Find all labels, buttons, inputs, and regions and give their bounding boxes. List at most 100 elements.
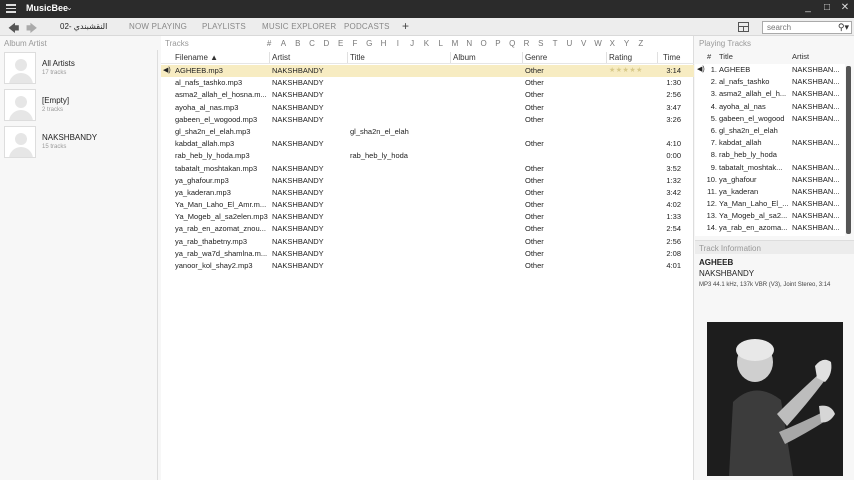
alphabet-letter[interactable]: O bbox=[476, 39, 490, 48]
search-icon[interactable]: ⚲▾ bbox=[838, 22, 849, 33]
close-button[interactable]: ✕ bbox=[839, 2, 851, 13]
alphabet-letter[interactable]: N bbox=[462, 39, 476, 48]
np-track-artist: NAKSHBAN... bbox=[792, 162, 840, 172]
now-playing-row[interactable]: 4. ayoha_al_nas NAKSHBAN... bbox=[695, 101, 845, 113]
alphabet-letter[interactable]: P bbox=[491, 39, 505, 48]
tab-now-playing[interactable]: NOW PLAYING bbox=[129, 22, 187, 31]
np-track-title: gabeen_el_wogood bbox=[719, 113, 785, 123]
track-row[interactable]: ◀) AGHEEB.mp3 NAKSHBANDY Other ★★★★★ 3:14 bbox=[161, 65, 694, 78]
track-row[interactable]: asma2_allah_el_hosna.m... NAKSHBANDY Other… bbox=[161, 89, 694, 101]
track-row[interactable]: kabdat_allah.mp3 NAKSHBANDY Other 4:10 bbox=[161, 138, 694, 150]
tab-current-album[interactable]: 02- النقشبندي bbox=[60, 22, 107, 31]
track-time: 2:56 bbox=[666, 236, 681, 246]
np-track-number: 7. bbox=[710, 138, 717, 148]
track-row[interactable]: al_nafs_tashko.mp3 NAKSHBANDY Other 1:30 bbox=[161, 77, 694, 89]
tab-music-explorer[interactable]: MUSIC EXPLORER bbox=[262, 22, 336, 31]
alphabet-letter[interactable]: F bbox=[348, 39, 362, 48]
track-row[interactable]: gl_sha2n_el_elah.mp3 gl_sha2n_el_elah bbox=[161, 126, 694, 138]
now-playing-row[interactable]: 2. al_nafs_tashko NAKSHBAN... bbox=[695, 76, 845, 88]
track-rating[interactable]: ★★★★★ bbox=[609, 66, 657, 74]
tab-playlists[interactable]: PLAYLISTS bbox=[202, 22, 246, 31]
now-playing-row[interactable]: 14. ya_rab_en_azoma... NAKSHBAN... bbox=[695, 222, 845, 234]
column-header-artist[interactable]: Artist bbox=[272, 53, 290, 62]
artist-item-empty[interactable]: [Empty] 2 tracks bbox=[0, 87, 158, 123]
now-playing-row[interactable]: 3. asma2_allah_el_h... NAKSHBAN... bbox=[695, 88, 845, 100]
alphabet-letter[interactable]: R bbox=[519, 39, 533, 48]
alphabet-letter[interactable]: B bbox=[291, 39, 305, 48]
track-row[interactable]: Ya_Mogeb_al_sa2elen.mp3 NAKSHBANDY Other 1:… bbox=[161, 211, 694, 223]
np-track-number: 14. bbox=[706, 223, 717, 233]
now-playing-row[interactable]: 8. rab_heb_ly_hoda bbox=[695, 149, 845, 161]
np-column-header-title[interactable]: Title bbox=[719, 52, 733, 61]
np-column-header-artist[interactable]: Artist bbox=[792, 52, 809, 61]
track-info-title: AGHEEB bbox=[699, 258, 734, 267]
alphabet-letter[interactable]: I bbox=[391, 39, 405, 48]
track-time: 4:10 bbox=[666, 139, 681, 149]
now-playing-row[interactable]: 9. tabatalt_moshtak... NAKSHBAN... bbox=[695, 162, 845, 174]
track-row[interactable]: ya_rab_thabetny.mp3 NAKSHBANDY Other 2:56 bbox=[161, 236, 694, 248]
alphabet-letter[interactable]: M bbox=[448, 39, 462, 48]
layout-icon[interactable] bbox=[738, 22, 749, 32]
alphabet-letter[interactable]: X bbox=[605, 39, 619, 48]
artwork-photo bbox=[707, 322, 843, 476]
minimize-button[interactable]: _ bbox=[802, 2, 814, 13]
now-playing-row[interactable]: 12. Ya_Man_Laho_El_... NAKSHBAN... bbox=[695, 198, 845, 210]
alphabet-letter[interactable]: J bbox=[405, 39, 419, 48]
track-row[interactable]: ya_ghafour.mp3 NAKSHBANDY Other 1:32 bbox=[161, 175, 694, 187]
alphabet-letter[interactable]: G bbox=[362, 39, 376, 48]
alphabet-letter[interactable]: S bbox=[534, 39, 548, 48]
add-tab-button[interactable]: + bbox=[402, 19, 409, 33]
alphabet-letter[interactable]: C bbox=[305, 39, 319, 48]
column-header-title[interactable]: Title bbox=[350, 53, 365, 62]
track-row[interactable]: Ya_Man_Laho_El_Amr.m... NAKSHBANDY Other 4:… bbox=[161, 199, 694, 211]
alphabet-letter[interactable]: V bbox=[577, 39, 591, 48]
now-playing-row[interactable]: ◀) 1. AGHEEB NAKSHBAN... bbox=[695, 64, 845, 76]
track-row[interactable]: gabeen_el_wogood.mp3 NAKSHBANDY Other 3:26 bbox=[161, 114, 694, 126]
now-playing-row[interactable]: 5. gabeen_el_wogood NAKSHBAN... bbox=[695, 113, 845, 125]
alphabet-letter[interactable]: A bbox=[276, 39, 290, 48]
alphabet-letter[interactable]: Y bbox=[619, 39, 633, 48]
track-time: 3:52 bbox=[666, 163, 681, 173]
alphabet-letter[interactable]: T bbox=[548, 39, 562, 48]
now-playing-row[interactable]: 7. kabdat_allah NAKSHBAN... bbox=[695, 137, 845, 149]
hamburger-menu-icon[interactable] bbox=[6, 4, 16, 14]
now-playing-scrollbar[interactable] bbox=[846, 66, 851, 234]
alphabet-letter[interactable]: Q bbox=[505, 39, 519, 48]
now-playing-row[interactable]: 6. gl_sha2n_el_elah bbox=[695, 125, 845, 137]
alphabet-letter[interactable]: L bbox=[434, 39, 448, 48]
alphabet-letter[interactable]: D bbox=[319, 39, 333, 48]
track-row[interactable]: ya_kaderan.mp3 NAKSHBANDY Other 3:42 bbox=[161, 187, 694, 199]
column-header-genre[interactable]: Genre bbox=[525, 53, 547, 62]
alphabet-letter[interactable]: K bbox=[419, 39, 433, 48]
track-row[interactable]: yanoor_kol_shay2.mp3 NAKSHBANDY Other 4:01 bbox=[161, 260, 694, 272]
app-menu-chevron-icon[interactable]: ⌄ bbox=[66, 3, 73, 12]
now-playing-row[interactable]: 11. ya_kaderan NAKSHBAN... bbox=[695, 186, 845, 198]
app-title[interactable]: MusicBee bbox=[26, 3, 68, 13]
track-artist: NAKSHBANDY bbox=[272, 224, 324, 234]
alphabet-letter[interactable]: U bbox=[562, 39, 576, 48]
np-column-header-num[interactable]: # bbox=[707, 52, 711, 61]
alphabet-letter[interactable]: Z bbox=[634, 39, 648, 48]
column-header-time[interactable]: Time bbox=[663, 53, 680, 62]
track-row[interactable]: tabatalt_moshtakan.mp3 NAKSHBANDY Other 3:5… bbox=[161, 163, 694, 175]
track-filename: ayoha_al_nas.mp3 bbox=[175, 102, 239, 112]
album-artwork bbox=[707, 322, 843, 476]
artist-item-nakshbandy[interactable]: NAKSHBANDY 15 tracks bbox=[0, 124, 158, 160]
alphabet-letter[interactable]: E bbox=[333, 39, 347, 48]
alphabet-letter[interactable]: W bbox=[591, 39, 605, 48]
track-row[interactable]: rab_heb_ly_hoda.mp3 rab_heb_ly_hoda 0:00 bbox=[161, 150, 694, 162]
column-header-rating[interactable]: Rating bbox=[609, 53, 632, 62]
artist-item-all[interactable]: All Artists 17 tracks bbox=[0, 50, 158, 86]
column-header-album[interactable]: Album bbox=[453, 53, 476, 62]
track-row[interactable]: ya_rab_wa7d_shamlna.m... NAKSHBANDY Other 2… bbox=[161, 248, 694, 260]
search-input[interactable] bbox=[763, 22, 835, 33]
alphabet-letter[interactable]: # bbox=[262, 39, 276, 48]
now-playing-row[interactable]: 13. Ya_Mogeb_al_sa2... NAKSHBAN... bbox=[695, 210, 845, 222]
track-row[interactable]: ya_rab_en_azomat_znou... NAKSHBANDY Other 2… bbox=[161, 223, 694, 235]
now-playing-row[interactable]: 10. ya_ghafour NAKSHBAN... bbox=[695, 174, 845, 186]
column-header-filename[interactable]: Filename ▲ bbox=[175, 53, 218, 62]
track-row[interactable]: ayoha_al_nas.mp3 NAKSHBANDY Other 3:47 bbox=[161, 102, 694, 114]
tab-podcasts[interactable]: PODCASTS bbox=[344, 22, 390, 31]
maximize-button[interactable]: □ bbox=[821, 2, 833, 13]
alphabet-letter[interactable]: H bbox=[376, 39, 390, 48]
